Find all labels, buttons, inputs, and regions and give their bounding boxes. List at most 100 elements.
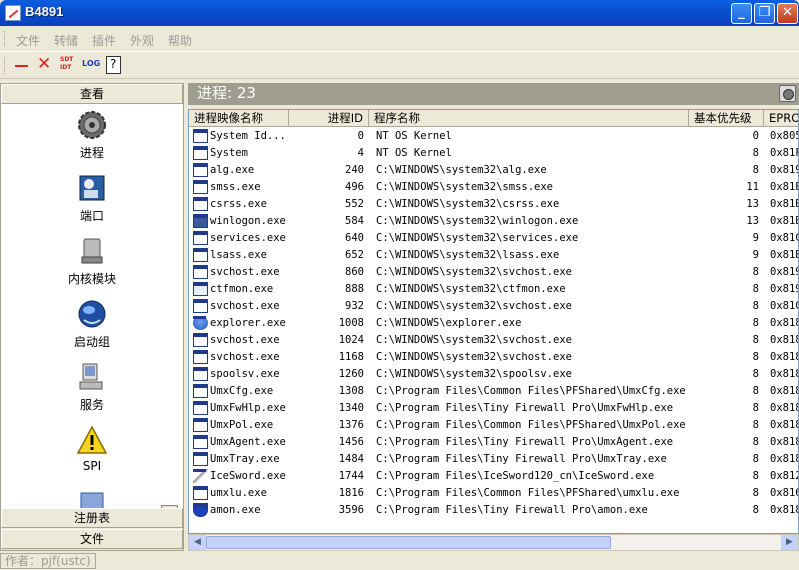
kill-process-button[interactable]: ✕ [36,54,52,74]
window-title: B4891 [25,4,64,19]
menu-grip[interactable] [4,31,7,46]
sidebar-item-spi[interactable]: SPI [1,424,183,473]
table-row[interactable]: lsass.exe 652 C:\WINDOWS\system32\lsass.ex… [189,247,798,264]
table-row[interactable]: System 4 NT OS Kernel 8 0x81F [189,145,798,162]
process-id-cell: 1376 [338,419,364,431]
sidebar-item-port[interactable]: 端口 [1,172,183,224]
process-id-cell: 552 [345,198,364,210]
column-header-eprocess[interactable]: EPROCESS [764,110,798,127]
column-header-priority[interactable]: 基本优先级 [689,110,764,127]
process-name-cell: System [210,147,248,159]
priority-cell: 8 [752,266,759,278]
table-row[interactable]: umxlu.exe 1816 C:\Program Files\Common Fil… [189,485,798,502]
table-row[interactable]: UmxFwHlp.exe 1340 C:\Program Files\Tiny Fi… [189,400,798,417]
scroll-left-button[interactable]: ◀ [189,535,206,550]
registry-header[interactable]: 注册表 [1,508,183,528]
table-row[interactable]: spoolsv.exe 1260 C:\WINDOWS\system32\spool… [189,366,799,383]
table-row[interactable]: svchost.exe 1024 C:\WINDOWS\system32\svcho… [189,332,798,349]
table-row[interactable]: ctfmon.exe 888 C:\WINDOWS\system32\ctfmon.… [189,281,798,298]
table-row[interactable]: IceSword.exe 1744 C:\Program Files\IceSwor… [189,468,798,485]
process-id-cell: 1484 [338,453,364,465]
menu-appearance[interactable]: 外观 [130,32,154,49]
sidebar-item-startup[interactable]: 启动组 [1,298,183,350]
table-row[interactable]: UmxCfg.exe 1308 C:\Program Files\Common Fi… [189,383,798,400]
generic-process-icon [193,333,208,347]
process-id-cell: 652 [345,249,364,261]
eprocess-cell: 0x818 [770,368,799,380]
minimize-button[interactable]: _ [731,3,752,24]
minus-icon [15,65,28,67]
toolbar-grip[interactable] [4,57,7,74]
priority-cell: 8 [752,334,759,346]
table-row[interactable]: svchost.exe 932 C:\WINDOWS\system32\svchos… [189,298,798,315]
file-header[interactable]: 文件 [1,529,183,549]
table-row[interactable]: System Id... 0 NT OS Kernel 0 0x805 [189,128,798,145]
horizontal-scrollbar[interactable]: ◀ ▶ [188,534,799,551]
table-row[interactable]: UmxTray.exe 1484 C:\Program Files\Tiny Fir… [189,451,798,468]
priority-cell: 11 [746,181,759,193]
table-row[interactable]: winlogon.exe 584 C:\WINDOWS\system32\winlo… [189,213,798,230]
priority-cell: 8 [752,487,759,499]
process-name-cell: svchost.exe [210,351,280,363]
generic-process-icon [193,384,208,398]
process-name-cell: UmxPol.exe [210,419,274,431]
process-name-cell: UmxFwHlp.exe [210,402,286,414]
process-id-cell: 1308 [338,385,364,397]
generic-process-icon [193,197,208,211]
process-id-cell: 1340 [338,402,364,414]
generic-process-icon [193,299,208,313]
panel-options-button[interactable] [779,85,796,102]
process-list: 进程映像名称 进程ID 程序名称 基本优先级 EPROCESS System I… [188,109,799,534]
sidebar-item-process[interactable]: 进程 [1,109,183,161]
process-id-cell: 860 [345,266,364,278]
eprocess-cell: 0x818 [770,419,799,431]
menu-file[interactable]: 文件 [16,32,40,49]
table-row[interactable]: smss.exe 496 C:\WINDOWS\system32\smss.exe 1… [189,179,798,196]
close-button[interactable]: ✕ [777,3,798,24]
table-row[interactable]: UmxPol.exe 1376 C:\Program Files\Common Fi… [189,417,799,434]
eprocess-cell: 0x818 [770,351,799,363]
table-row[interactable]: services.exe 640 C:\WINDOWS\system32\servi… [189,230,798,247]
priority-cell: 8 [752,351,759,363]
table-row[interactable]: alg.exe 240 C:\WINDOWS\system32\alg.exe 8 0x… [189,162,798,179]
process-id-cell: 496 [345,181,364,193]
sidebar-item-kernel-module[interactable]: 内核模块 [1,235,183,287]
table-row[interactable]: UmxAgent.exe 1456 C:\Program Files\Tiny Fi… [189,434,798,451]
sdt-button[interactable]: SDT IDT [59,56,75,74]
table-row[interactable]: svchost.exe 1168 C:\WINDOWS\system32\svcho… [189,349,799,366]
table-row[interactable]: csrss.exe 552 C:\WINDOWS\system32\csrss.ex… [189,196,798,213]
minus-button[interactable] [14,56,30,74]
process-name-cell: services.exe [210,232,286,244]
process-id-cell: 1456 [338,436,364,448]
view-header[interactable]: 查看 [1,84,183,104]
process-name-cell: winlogon.exe [210,215,286,227]
process-name-cell: spoolsv.exe [210,368,280,380]
process-id-cell: 932 [345,300,364,312]
column-header-image-name[interactable]: 进程映像名称 [189,110,289,127]
x-icon: ✕ [37,54,52,74]
restore-icon: ❐ [758,5,771,20]
sidebar-item-services[interactable]: 服务 [1,361,183,413]
help-button[interactable]: ? [106,56,121,74]
table-row[interactable]: svchost.exe 860 C:\WINDOWS\system32\svchos… [189,264,799,281]
menu-dump[interactable]: 转储 [54,32,78,49]
scroll-thumb[interactable] [206,536,611,549]
sdt-label: SDT [60,56,74,63]
scroll-right-button[interactable]: ▶ [781,535,798,550]
column-header-pid[interactable]: 进程ID [289,110,369,127]
table-row[interactable]: amon.exe 3596 C:\Program Files\Tiny Firewa… [189,502,798,519]
log-button[interactable]: LOG [81,56,101,74]
process-id-cell: 1816 [338,487,364,499]
column-header-program-name[interactable]: 程序名称 [369,110,689,127]
generic-process-icon [193,367,208,381]
restore-button[interactable]: ❐ [754,3,775,24]
program-path-cell: C:\WINDOWS\system32\csrss.exe [376,198,560,210]
menu-plugins[interactable]: 插件 [92,32,116,49]
menu-help[interactable]: 帮助 [168,32,192,49]
eprocess-cell: 0x819 [770,266,799,278]
process-name-cell: System Id... [210,130,286,142]
process-name-cell: amon.exe [210,504,261,516]
table-row[interactable]: explorer.exe 1008 C:\WINDOWS\explorer.exe 8… [189,315,798,332]
sidebar-item-partial[interactable] [1,487,183,508]
process-id-cell: 3596 [338,504,364,516]
